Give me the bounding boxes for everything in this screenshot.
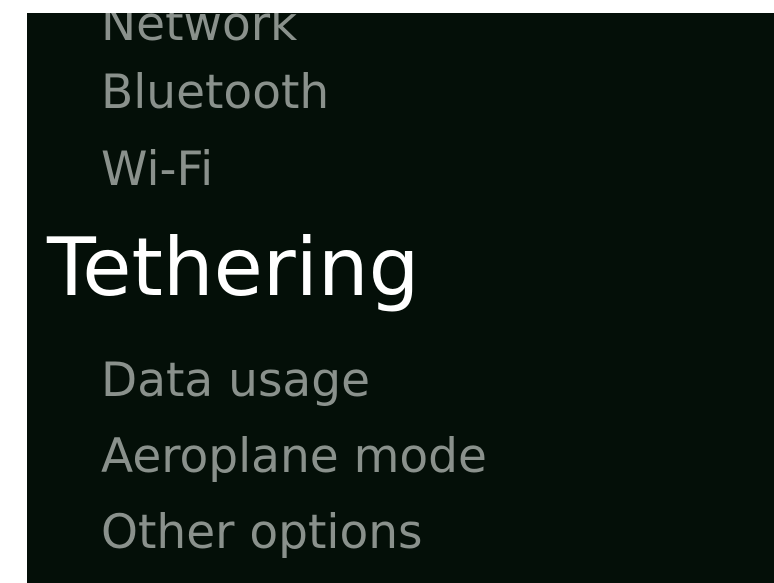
menu-item-tethering-selected[interactable]: Tethering (47, 228, 419, 308)
menu-item-other-options[interactable]: Other options (101, 509, 423, 556)
menu-item-network[interactable]: Network (101, 13, 297, 48)
menu-item-aeroplane-mode[interactable]: Aeroplane mode (101, 433, 487, 480)
menu-item-wifi[interactable]: Wi-Fi (101, 146, 213, 193)
settings-menu-screen: Network Bluetooth Wi-Fi Tethering Data u… (27, 13, 774, 583)
menu-item-bluetooth[interactable]: Bluetooth (101, 69, 329, 116)
menu-item-data-usage[interactable]: Data usage (101, 357, 370, 404)
